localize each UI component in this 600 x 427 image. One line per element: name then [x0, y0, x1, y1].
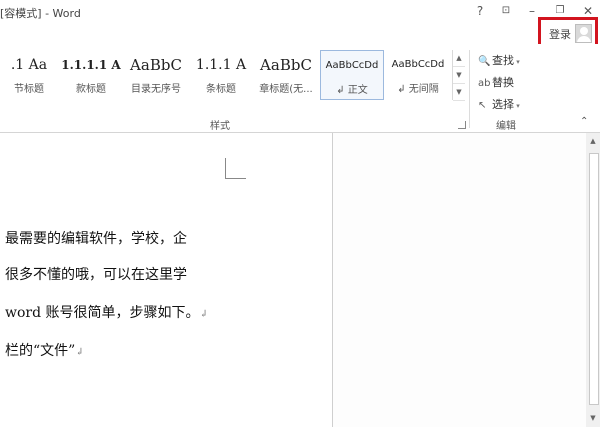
document-line-2[interactable]: 很多不懂的哦，可以在这里学 [5, 264, 187, 284]
document-line-4[interactable]: 栏的“文件”↲ [5, 340, 84, 360]
replace-button[interactable]: ab 替换 [478, 74, 514, 90]
find-button[interactable]: 🔍 查找 ▾ [478, 52, 520, 68]
styles-dialog-launcher-icon[interactable] [458, 121, 466, 129]
gallery-more-icon[interactable]: ▼ [453, 84, 465, 101]
binoculars-icon: 🔍 [478, 56, 491, 67]
paragraph-mark-icon: ↲ [199, 309, 208, 320]
gallery-down-arrow-icon[interactable]: ▼ [453, 67, 465, 84]
style-chapter-heading[interactable]: AaBbC 章标题(无... [254, 50, 318, 100]
replace-icon: ab [478, 78, 491, 89]
scrollbar-thumb[interactable] [589, 153, 599, 405]
scroll-down-arrow-icon[interactable]: ▼ [586, 412, 600, 425]
user-avatar-icon[interactable] [575, 24, 592, 43]
vertical-scrollbar[interactable]: ▲ ▼ [586, 133, 600, 427]
title-bar: [容模式] - Word ? ⊡ – ❐ ✕ [0, 0, 600, 24]
gallery-up-arrow-icon[interactable]: ▲ [453, 50, 465, 67]
ribbon: .1 Aa 节标题 1.1.1.1 A 款标题 AaBbC 目录无序号 1.1.… [0, 44, 600, 133]
styles-gallery-scroller: ▲ ▼ ▼ [452, 50, 465, 101]
ribbon-display-options-button[interactable]: ⊡ [496, 2, 516, 20]
help-button[interactable]: ? [470, 2, 490, 20]
document-right-margin [333, 133, 586, 427]
collapse-ribbon-icon[interactable]: ⌃ [580, 116, 588, 127]
cursor-arrow-icon: ↖ [478, 100, 487, 111]
scroll-up-arrow-icon[interactable]: ▲ [586, 135, 600, 148]
style-normal[interactable]: AaBbCcDd ↲ 正文 [320, 50, 384, 100]
signin-link[interactable]: 登录 [549, 26, 571, 42]
style-clause-heading[interactable]: 1.1.1.1 A 款标题 [60, 50, 122, 100]
paragraph-mark-icon: ↲ [75, 347, 84, 358]
editing-group-label: 编辑 [496, 121, 516, 132]
document-line-3[interactable]: word 账号很简单，步骤如下。↲ [5, 302, 208, 322]
styles-group-label: 样式 [210, 121, 230, 132]
style-article-heading[interactable]: 1.1.1 A 条标题 [190, 50, 252, 100]
window-title: [容模式] - Word [0, 7, 81, 20]
group-divider [469, 50, 470, 128]
document-line-1[interactable]: 最需要的编辑软件，学校，企 [5, 228, 187, 248]
style-section-heading[interactable]: .1 Aa 节标题 [0, 50, 58, 100]
page-corner-mark [225, 158, 246, 179]
style-no-spacing[interactable]: AaBbCcDd ↲ 无间隔 [386, 50, 450, 100]
select-button[interactable]: ↖ 选择 ▾ [478, 96, 520, 112]
style-toc-unnumbered[interactable]: AaBbC 目录无序号 [124, 50, 188, 100]
